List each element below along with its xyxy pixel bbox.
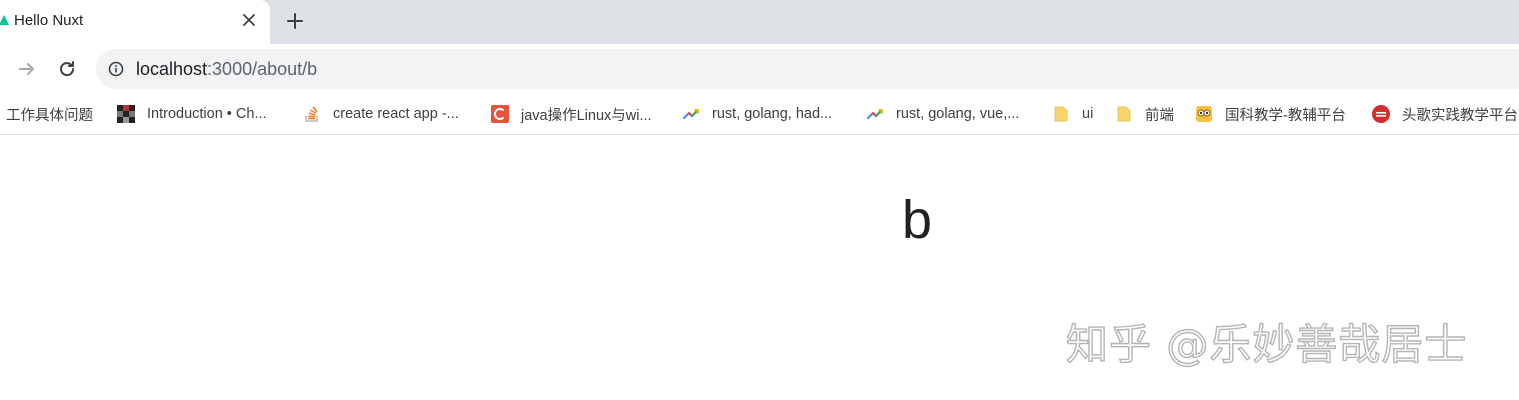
folder-icon <box>1117 106 1131 122</box>
bookmark-label: Introduction • Ch... <box>147 106 267 122</box>
page-content: b 知乎 @乐妙善哉居士 <box>0 135 1519 400</box>
bookmark-rust-golang-had[interactable]: rust, golang, had... <box>682 104 832 124</box>
toge-icon <box>1372 105 1390 123</box>
close-icon[interactable] <box>239 10 259 30</box>
bookmark-label: 工作具体问题 <box>6 107 93 124</box>
checker-icon <box>117 105 135 123</box>
stackoverflow-icon <box>305 106 318 122</box>
arrow-right-icon[interactable] <box>14 56 40 82</box>
trend-icon <box>867 109 883 119</box>
bookmark-guoke-teaching[interactable]: 国科教学-教辅平台 <box>1195 104 1346 124</box>
zhihu-watermark: 知乎 @乐妙善哉居士 <box>1065 319 1468 369</box>
reload-icon[interactable] <box>54 56 80 82</box>
bookmark-rust-golang-vue[interactable]: rust, golang, vue,... <box>866 104 1019 124</box>
bookmark-folder-frontend[interactable]: 前端 <box>1115 104 1174 124</box>
browser-tab[interactable]: Hello Nuxt <box>0 0 270 44</box>
c-logo-icon <box>491 105 509 123</box>
bookmarks-bar: 工作具体问题 Introduction • Ch... create react… <box>0 94 1519 135</box>
bookmark-java-linux[interactable]: java操作Linux与wi... <box>491 104 652 124</box>
tab-strip: Hello Nuxt <box>0 0 1519 44</box>
bookmark-introduction[interactable]: Introduction • Ch... <box>117 104 267 124</box>
bookmark-label: 头歌实践教学平台 <box>1402 107 1518 124</box>
url-text[interactable]: localhost:3000/about/b <box>136 59 317 80</box>
url-path: :3000/about/b <box>207 59 318 79</box>
page-heading: b <box>902 190 933 250</box>
owl-icon <box>1196 106 1212 122</box>
bookmark-create-react-app[interactable]: create react app -... <box>303 104 459 124</box>
url-host: localhost <box>136 59 208 79</box>
bookmark-label: create react app -... <box>333 106 459 122</box>
address-bar[interactable]: localhost:3000/about/b <box>96 49 1519 89</box>
bookmark-label: ui <box>1082 106 1094 122</box>
trend-icon <box>683 109 699 119</box>
info-icon[interactable] <box>108 61 124 77</box>
bookmark-label: rust, golang, had... <box>712 106 833 122</box>
bookmark-label: 国科教学-教辅平台 <box>1225 107 1346 124</box>
bookmark-toge-platform[interactable]: 头歌实践教学平台 <box>1372 104 1518 124</box>
plus-icon[interactable] <box>284 10 306 32</box>
bookmark-label: 前端 <box>1145 107 1174 124</box>
tab-title: Hello Nuxt <box>14 12 84 29</box>
browser-toolbar: localhost:3000/about/b <box>0 44 1519 94</box>
bookmark-label: java操作Linux与wi... <box>521 107 652 124</box>
bookmark-work-issues[interactable]: 工作具体问题 <box>6 104 93 124</box>
bookmark-label: rust, golang, vue,... <box>896 106 1020 122</box>
folder-icon <box>1054 106 1068 122</box>
nuxt-logo-icon <box>0 15 9 25</box>
bookmark-folder-ui[interactable]: ui <box>1052 104 1093 124</box>
